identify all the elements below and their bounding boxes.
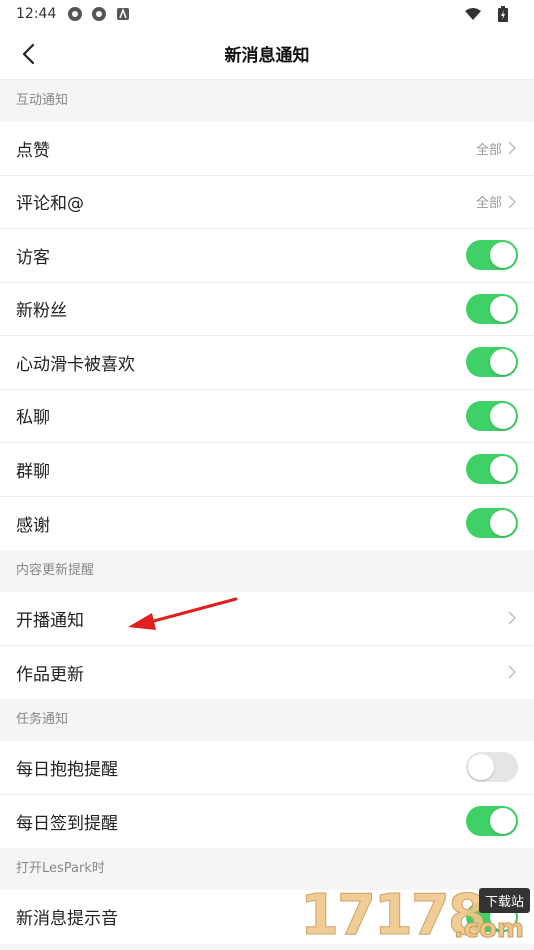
settings-row-label: 开播通知 [16, 610, 84, 631]
watermark-tag: 下载站 [478, 888, 530, 913]
settings-row-value: 全部 [475, 142, 502, 158]
navigation-bar: 新消息通知 [0, 28, 534, 80]
settings-row-label: 群聊 [16, 461, 50, 482]
toggle-knob [490, 456, 516, 483]
chevron-right-icon [508, 195, 518, 209]
section-header: 任务通知 [0, 699, 534, 741]
settings-row-label: 点赞 [16, 140, 50, 161]
settings-row: 每日抱抱提醒 [0, 741, 534, 795]
toggle-knob [468, 754, 494, 781]
toggle-switch[interactable] [466, 400, 518, 431]
settings-group: 开播通知 作品更新 [0, 592, 534, 699]
chevron-left-icon [22, 43, 35, 65]
settings-row-label: 作品更新 [16, 664, 84, 685]
toggle-knob [490, 349, 516, 376]
settings-row: 心动滑卡被喜欢 [0, 336, 534, 390]
toggle-knob [490, 295, 516, 322]
watermark-logo: 17178 下载站 .com [300, 883, 530, 949]
toggle-switch[interactable] [466, 347, 518, 378]
settings-row: 群聊 [0, 443, 534, 497]
app-notification-icon [90, 5, 108, 23]
settings-row[interactable]: 评论和@ 全部 [0, 176, 534, 229]
section-header: 内容更新提醒 [0, 550, 534, 592]
toggle-switch[interactable] [466, 508, 518, 539]
toggle-switch[interactable] [466, 454, 518, 485]
settings-row[interactable]: 点赞 全部 [0, 122, 534, 176]
settings-row-label: 私聊 [16, 408, 50, 429]
battery-icon [494, 5, 512, 23]
back-button[interactable] [14, 40, 42, 68]
toggle-knob [490, 402, 516, 429]
toggle-switch[interactable] [466, 240, 518, 271]
settings-row[interactable]: 开播通知 [0, 592, 534, 646]
settings-row-value: 全部 [475, 196, 502, 212]
settings-row[interactable]: 作品更新 [0, 646, 534, 700]
toggle-switch[interactable] [466, 293, 518, 324]
settings-row: 感谢 [0, 497, 534, 551]
toggle-knob [490, 242, 516, 269]
app-badge-icon [114, 5, 132, 23]
settings-list: 互动通知 点赞 全部 评论和@ 全部 访客 新粉丝 心动滑卡被喜欢 私聊 群聊 感谢 内容更新提醒 开播… [0, 80, 534, 944]
toggle-switch[interactable] [466, 806, 518, 837]
settings-group: 每日抱抱提醒 每日签到提醒 [0, 741, 534, 848]
settings-row-label: 新粉丝 [16, 301, 67, 322]
toggle-switch[interactable] [466, 752, 518, 783]
settings-row-label: 感谢 [16, 515, 50, 536]
toggle-knob [490, 510, 516, 537]
settings-row-label: 评论和@ [16, 194, 84, 215]
app-notification-icon [66, 5, 84, 23]
chevron-right-icon [508, 665, 518, 679]
status-time: 12:44 [16, 6, 57, 22]
settings-row-label: 每日抱抱提醒 [16, 759, 118, 780]
settings-row-label: 每日签到提醒 [16, 813, 118, 834]
chevron-right-icon [508, 141, 518, 155]
chevron-right-icon [508, 611, 518, 625]
settings-row-label: 访客 [16, 247, 50, 268]
settings-row: 新粉丝 [0, 283, 534, 336]
section-header: 互动通知 [0, 80, 534, 122]
page-title: 新消息通知 [224, 46, 310, 66]
watermark-suffix: .com [453, 914, 524, 945]
wifi-icon [464, 5, 482, 23]
settings-row: 访客 [0, 229, 534, 283]
settings-row: 私聊 [0, 390, 534, 443]
settings-group: 点赞 全部 评论和@ 全部 访客 新粉丝 心动滑卡被喜欢 私聊 群聊 感谢 [0, 122, 534, 550]
settings-row: 每日签到提醒 [0, 795, 534, 849]
toggle-knob [490, 808, 516, 835]
status-bar: 12:44 [0, 0, 534, 28]
settings-row-label: 心动滑卡被喜欢 [16, 354, 135, 375]
